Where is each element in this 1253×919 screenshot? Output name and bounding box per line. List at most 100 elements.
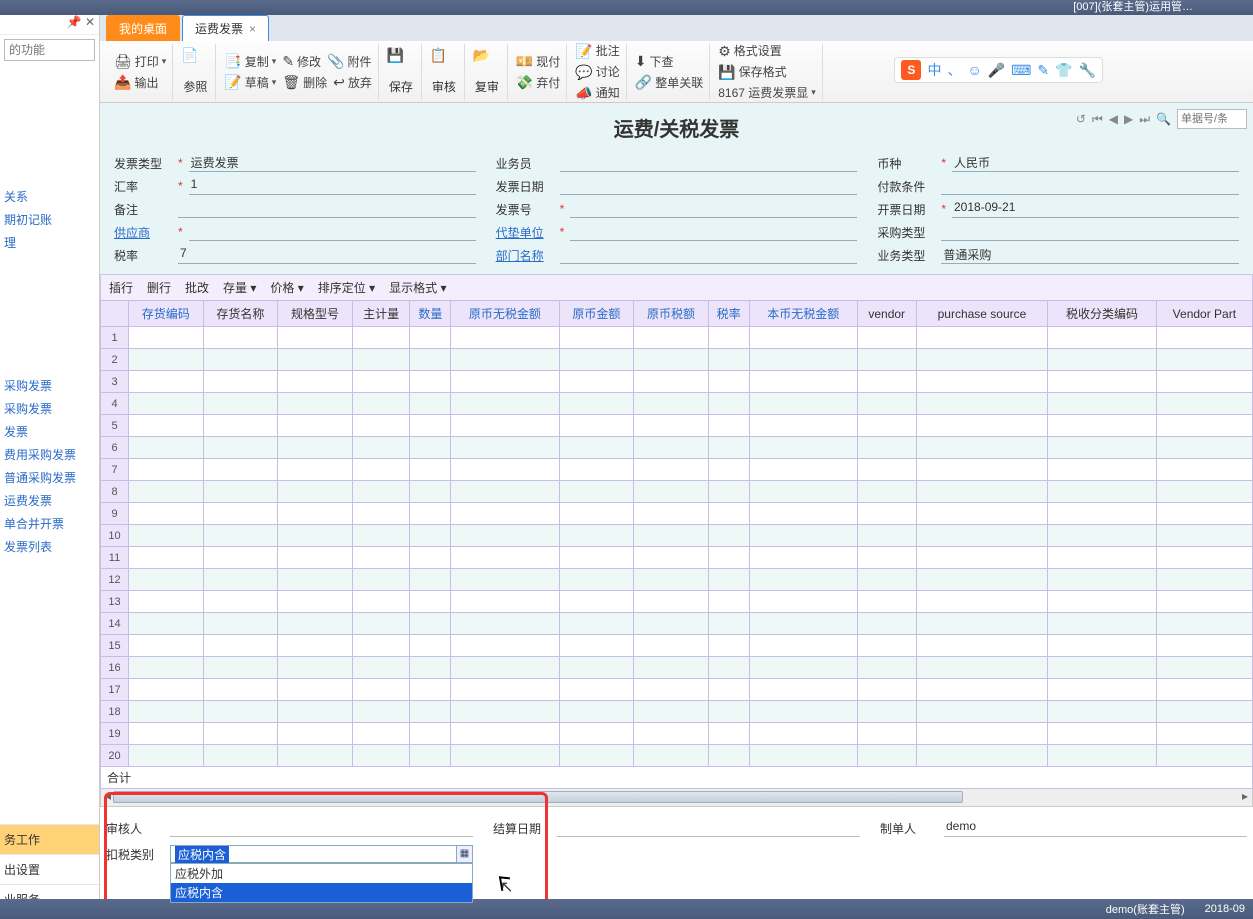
grid-cell[interactable] bbox=[559, 503, 634, 525]
supplier-label[interactable]: 供应商 bbox=[114, 224, 174, 241]
grid-cell[interactable] bbox=[352, 349, 410, 371]
grid-cell[interactable] bbox=[1156, 569, 1252, 591]
grid-cell[interactable] bbox=[203, 701, 278, 723]
table-row[interactable]: 20 bbox=[101, 745, 1253, 767]
grid-cell[interactable] bbox=[857, 349, 916, 371]
batch-edit-button[interactable]: 批改 bbox=[185, 279, 209, 296]
invdate-field[interactable] bbox=[560, 177, 858, 195]
grid-cell[interactable] bbox=[352, 657, 410, 679]
grid-cell[interactable] bbox=[1048, 657, 1156, 679]
approve-button[interactable]: 📝批注 bbox=[575, 42, 619, 59]
grid-cell[interactable] bbox=[857, 657, 916, 679]
grid-cell[interactable] bbox=[749, 591, 857, 613]
grid-cell[interactable] bbox=[916, 503, 1048, 525]
column-header[interactable]: Vendor Part bbox=[1156, 301, 1252, 327]
grid-cell[interactable] bbox=[352, 613, 410, 635]
table-row[interactable]: 13 bbox=[101, 591, 1253, 613]
grid-cell[interactable] bbox=[1048, 701, 1156, 723]
draft-button[interactable]: 📝草稿▾ bbox=[224, 74, 276, 91]
grid-cell[interactable] bbox=[708, 503, 749, 525]
grid-cell[interactable] bbox=[749, 547, 857, 569]
grid-cell[interactable] bbox=[129, 613, 204, 635]
grid-cell[interactable] bbox=[1048, 503, 1156, 525]
grid-cell[interactable] bbox=[916, 635, 1048, 657]
grid-cell[interactable] bbox=[916, 745, 1048, 767]
last-icon[interactable]: ⏭ bbox=[1139, 112, 1150, 127]
biztype-field[interactable]: 普通采购 bbox=[941, 246, 1239, 264]
invno-field[interactable] bbox=[570, 200, 857, 218]
grid-cell[interactable] bbox=[352, 745, 410, 767]
discuss-button[interactable]: 💬讨论 bbox=[575, 63, 619, 80]
scroll-right-icon[interactable]: ▸ bbox=[1238, 789, 1252, 805]
grid-cell[interactable] bbox=[916, 723, 1048, 745]
ime-item[interactable]: 👕 bbox=[1055, 62, 1072, 79]
grid-cell[interactable] bbox=[708, 371, 749, 393]
grid-cell[interactable] bbox=[916, 569, 1048, 591]
grid-cell[interactable] bbox=[129, 393, 204, 415]
grid-cell[interactable] bbox=[410, 437, 451, 459]
grid-cell[interactable] bbox=[129, 327, 204, 349]
opendate-field[interactable]: 2018-09-21 bbox=[952, 200, 1239, 218]
grid-cell[interactable] bbox=[410, 371, 451, 393]
grid-cell[interactable] bbox=[278, 371, 353, 393]
grid-cell[interactable] bbox=[708, 459, 749, 481]
grid-cell[interactable] bbox=[278, 349, 353, 371]
grid-cell[interactable] bbox=[1156, 657, 1252, 679]
grid-cell[interactable] bbox=[410, 503, 451, 525]
grid-cell[interactable] bbox=[352, 547, 410, 569]
grid-cell[interactable] bbox=[857, 723, 916, 745]
delete-row-button[interactable]: 删行 bbox=[147, 279, 171, 296]
grid-cell[interactable] bbox=[857, 459, 916, 481]
grid-cell[interactable] bbox=[203, 349, 278, 371]
next-icon[interactable]: ▶ bbox=[1124, 112, 1133, 126]
grid-cell[interactable] bbox=[634, 635, 709, 657]
sort-button[interactable]: 排序定位 ▾ bbox=[318, 279, 375, 296]
grid-cell[interactable] bbox=[749, 503, 857, 525]
column-header[interactable]: 原币金额 bbox=[559, 301, 634, 327]
grid-cell[interactable] bbox=[1156, 481, 1252, 503]
grid-cell[interactable] bbox=[559, 437, 634, 459]
table-row[interactable]: 5 bbox=[101, 415, 1253, 437]
grid-cell[interactable] bbox=[1156, 371, 1252, 393]
fmtsave-button[interactable]: 💾保存格式 bbox=[718, 63, 786, 80]
grid-cell[interactable] bbox=[1156, 437, 1252, 459]
grid-cell[interactable] bbox=[1048, 525, 1156, 547]
grid-cell[interactable] bbox=[634, 745, 709, 767]
grid-cell[interactable] bbox=[749, 635, 857, 657]
grid-cell[interactable] bbox=[410, 701, 451, 723]
column-header[interactable]: 存货编码 bbox=[129, 301, 204, 327]
grid-cell[interactable] bbox=[129, 547, 204, 569]
modify-button[interactable]: ✎修改 bbox=[282, 53, 321, 70]
grid-cell[interactable] bbox=[278, 591, 353, 613]
copy-button[interactable]: 📑复制▾ bbox=[224, 53, 276, 70]
undo-icon[interactable]: ↺ bbox=[1076, 112, 1086, 126]
grid-cell[interactable] bbox=[451, 569, 559, 591]
grid-cell[interactable] bbox=[1156, 459, 1252, 481]
grid-cell[interactable] bbox=[916, 679, 1048, 701]
grid-cell[interactable] bbox=[857, 393, 916, 415]
grid-cell[interactable] bbox=[1156, 349, 1252, 371]
grid-cell[interactable] bbox=[634, 701, 709, 723]
column-header[interactable]: 规格型号 bbox=[278, 301, 353, 327]
delete-button[interactable]: 🗑删除 bbox=[282, 74, 327, 91]
grid-cell[interactable] bbox=[916, 437, 1048, 459]
grid-cell[interactable] bbox=[857, 635, 916, 657]
insert-row-button[interactable]: 插行 bbox=[109, 279, 133, 296]
grid-cell[interactable] bbox=[203, 525, 278, 547]
table-row[interactable]: 16 bbox=[101, 657, 1253, 679]
grid-cell[interactable] bbox=[749, 481, 857, 503]
grid-cell[interactable] bbox=[1048, 679, 1156, 701]
nav-item[interactable]: 期初记账 bbox=[0, 208, 99, 231]
grid-cell[interactable] bbox=[203, 569, 278, 591]
grid-cell[interactable] bbox=[410, 723, 451, 745]
grid-cell[interactable] bbox=[634, 327, 709, 349]
notify-button[interactable]: 📣通知 bbox=[575, 84, 619, 101]
remark-field[interactable] bbox=[178, 200, 476, 218]
grid-cell[interactable] bbox=[749, 657, 857, 679]
column-header[interactable]: 主计量 bbox=[352, 301, 410, 327]
grid-cell[interactable] bbox=[278, 327, 353, 349]
grid-cell[interactable] bbox=[916, 481, 1048, 503]
grid-cell[interactable] bbox=[857, 591, 916, 613]
grid-cell[interactable] bbox=[451, 503, 559, 525]
ime-item[interactable]: 🎤 bbox=[988, 62, 1005, 79]
